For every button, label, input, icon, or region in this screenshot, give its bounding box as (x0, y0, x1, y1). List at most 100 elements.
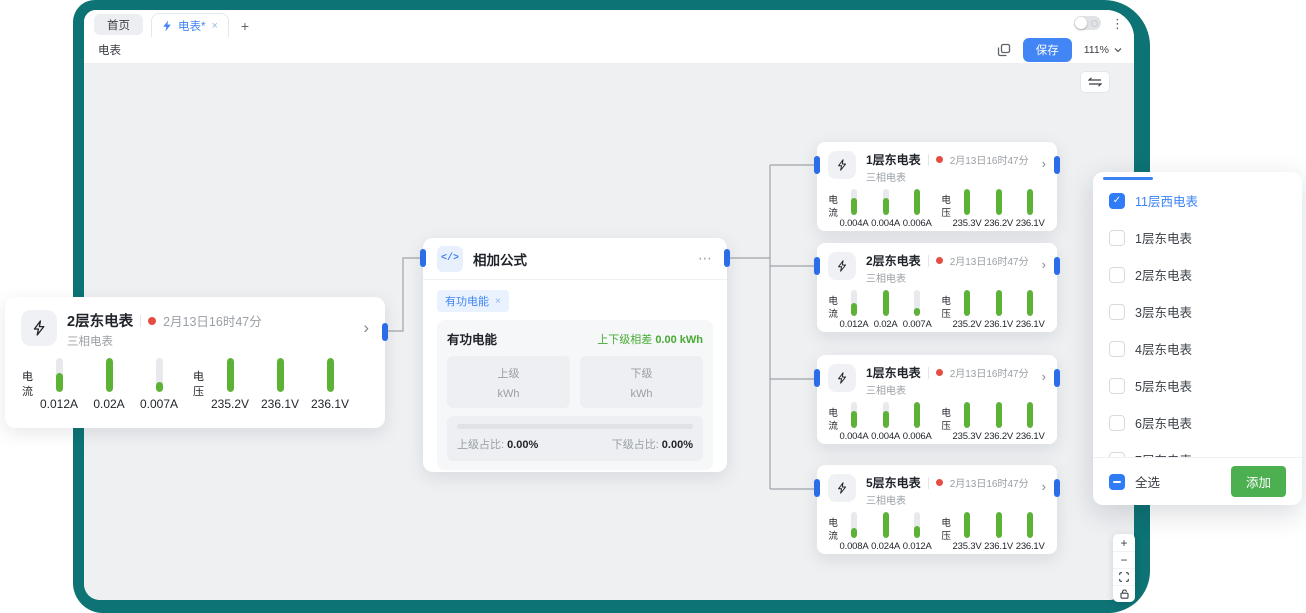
gauge-bar (914, 189, 920, 215)
more-menu-icon[interactable]: ⋯ (698, 250, 713, 267)
chevron-right-icon[interactable]: › (1042, 369, 1046, 384)
picker-checkbox[interactable] (1109, 341, 1125, 357)
zoom-level-dropdown[interactable]: 111% (1084, 44, 1122, 56)
tag-close-icon[interactable]: × (495, 296, 501, 307)
gauge-bar (964, 402, 970, 428)
gauge-bar (56, 358, 63, 392)
meter-title-row: 2层东电表2月13日16时47分 (866, 252, 1036, 269)
gauge-value: 235.3V (953, 218, 982, 229)
picker-item[interactable]: 4层东电表 (1093, 330, 1302, 367)
meter-gauge: 236.1V (1014, 290, 1046, 330)
picker-item[interactable]: 3层东电表 (1093, 293, 1302, 330)
picker-checkbox[interactable] (1109, 304, 1125, 320)
fit-view-button[interactable] (1113, 568, 1135, 585)
gauge-fill (56, 373, 63, 392)
lightning-icon (162, 20, 172, 32)
meter-card-header: 5层东电表2月13日16时47分三相电表 › (828, 474, 1046, 507)
metric-panel: 有功电能 上下级相差 0.00 kWh 上级 kWh 下级 (437, 320, 713, 470)
current-label: 电流 (828, 296, 838, 321)
meter-gauge: 0.012A (901, 512, 933, 552)
picker-item[interactable]: ✓11层西电表 (1093, 182, 1302, 219)
gauge-fill (914, 526, 920, 538)
picker-accent-bar (1103, 177, 1153, 180)
page: 首页 电表* × + ⋮ (0, 0, 1306, 613)
status-dot (936, 369, 943, 376)
chevron-right-icon[interactable]: › (1042, 257, 1046, 272)
picker-checkbox[interactable] (1109, 267, 1125, 283)
formula-output-handle[interactable] (724, 249, 730, 267)
meter-icon-box (21, 310, 57, 346)
meter-input-handle[interactable] (814, 156, 820, 174)
meter-gauge: 236.1V (1014, 402, 1046, 442)
meter-meta: 5层东电表2月13日16时47分三相电表 (866, 474, 1036, 507)
gauge-value: 0.008A (840, 541, 869, 552)
kebab-menu-icon[interactable]: ⋮ (1111, 17, 1124, 30)
lightning-icon (836, 260, 848, 272)
chevron-right-icon[interactable]: › (363, 318, 369, 338)
downstream-ratio: 下级占比:0.00% (612, 436, 693, 452)
picker-item[interactable]: 1层东电表 (1093, 219, 1302, 256)
tab-meter-active[interactable]: 电表* × (151, 13, 229, 37)
zoom-in-button[interactable]: + (1113, 534, 1135, 551)
theme-toggle[interactable] (1074, 16, 1101, 30)
gauge-bar (964, 512, 970, 538)
meter-gauge: 0.012A (34, 358, 84, 411)
lock-button[interactable] (1113, 585, 1135, 602)
tab-home[interactable]: 首页 (94, 14, 143, 35)
picker-item[interactable]: 5层东电表 (1093, 367, 1302, 404)
picker-checkbox[interactable] (1109, 378, 1125, 394)
zoom-out-button[interactable]: − (1113, 551, 1135, 568)
meter-input-handle[interactable] (814, 257, 820, 275)
new-tab-button[interactable]: + (241, 19, 249, 33)
auto-layout-button[interactable] (1080, 71, 1110, 93)
meter-card[interactable]: 1层东电表2月13日16时47分三相电表›电流0.004A0.004A0.006… (817, 142, 1057, 231)
gauge-fill (883, 411, 889, 428)
meter-title-row: 2层东电表2月13日16时47分 (67, 310, 357, 331)
meter-output-handle[interactable] (1054, 156, 1060, 174)
chevron-right-icon[interactable]: › (1042, 479, 1046, 494)
picker-checkbox[interactable] (1109, 415, 1125, 431)
meter-card[interactable]: 2层东电表2月13日16时47分三相电表›电流0.012A0.02A0.007A… (817, 243, 1057, 332)
upstream-ratio: 上级占比:0.00% (457, 436, 538, 452)
picker-item[interactable]: 6层东电表 (1093, 404, 1302, 441)
formula-node[interactable]: </> 相加公式 ⋯ 有功电能 × 有功电能 上下级相差 0.00 kWh (423, 238, 727, 472)
meter-subtitle: 三相电表 (866, 169, 1036, 184)
voltage-label: 电压 (941, 518, 951, 543)
meter-output-handle[interactable] (382, 323, 388, 341)
meter-card-header: 1层东电表2月13日16时47分三相电表› (828, 151, 1046, 184)
add-button[interactable]: 添加 (1231, 466, 1286, 497)
picker-item[interactable]: 7层东电表 (1093, 441, 1302, 457)
formula-input-handle[interactable] (420, 249, 426, 267)
meter-output-handle[interactable] (1054, 257, 1060, 275)
meter-timestamp: 2月13日16时47分 (163, 311, 262, 330)
meter-input-handle[interactable] (814, 479, 820, 497)
tab-close-icon[interactable]: × (211, 20, 217, 32)
gauge-value: 236.1V (1016, 319, 1045, 330)
meter-card[interactable]: 1层东电表2月13日16时47分三相电表›电流0.004A0.004A0.006… (817, 355, 1057, 444)
copy-icon[interactable] (997, 43, 1011, 57)
tab-bar: 首页 电表* × + ⋮ (84, 10, 1134, 37)
toggle-icon (1091, 20, 1098, 27)
meter-input-handle[interactable] (814, 369, 820, 387)
picker-item-label: 5层东电表 (1135, 376, 1192, 395)
select-all-checkbox[interactable] (1109, 474, 1125, 490)
meter-card[interactable]: 5层东电表2月13日16时47分三相电表›电流0.008A0.024A0.012… (817, 465, 1057, 554)
metric-tag[interactable]: 有功电能 × (437, 290, 509, 312)
chevron-right-icon[interactable]: › (1042, 156, 1046, 171)
picker-item[interactable]: 2层东电表 (1093, 256, 1302, 293)
meter-title-row: 5层东电表2月13日16时47分 (866, 474, 1036, 491)
meter-output-handle[interactable] (1054, 479, 1060, 497)
gauge-bar (851, 402, 857, 428)
tab-home-label: 首页 (107, 17, 130, 33)
picker-checkbox[interactable] (1109, 230, 1125, 246)
meter-card[interactable]: 2层东电表2月13日16时47分三相电表›电流0.012A0.02A0.007A… (5, 297, 385, 428)
gauge-value: 235.3V (953, 541, 982, 552)
save-button[interactable]: 保存 (1023, 38, 1072, 62)
meter-title: 5层东电表 (866, 474, 921, 491)
meter-gauge: 236.1V (983, 290, 1015, 330)
meter-output-handle[interactable] (1054, 369, 1060, 387)
gauge-fill (1027, 512, 1033, 538)
gauge-value: 0.006A (903, 218, 932, 229)
meter-picker-list[interactable]: ✓11层西电表1层东电表2层东电表3层东电表4层东电表 5层东电表 6层东电表7层东… (1093, 182, 1302, 457)
picker-checkbox[interactable]: ✓ (1109, 193, 1125, 209)
